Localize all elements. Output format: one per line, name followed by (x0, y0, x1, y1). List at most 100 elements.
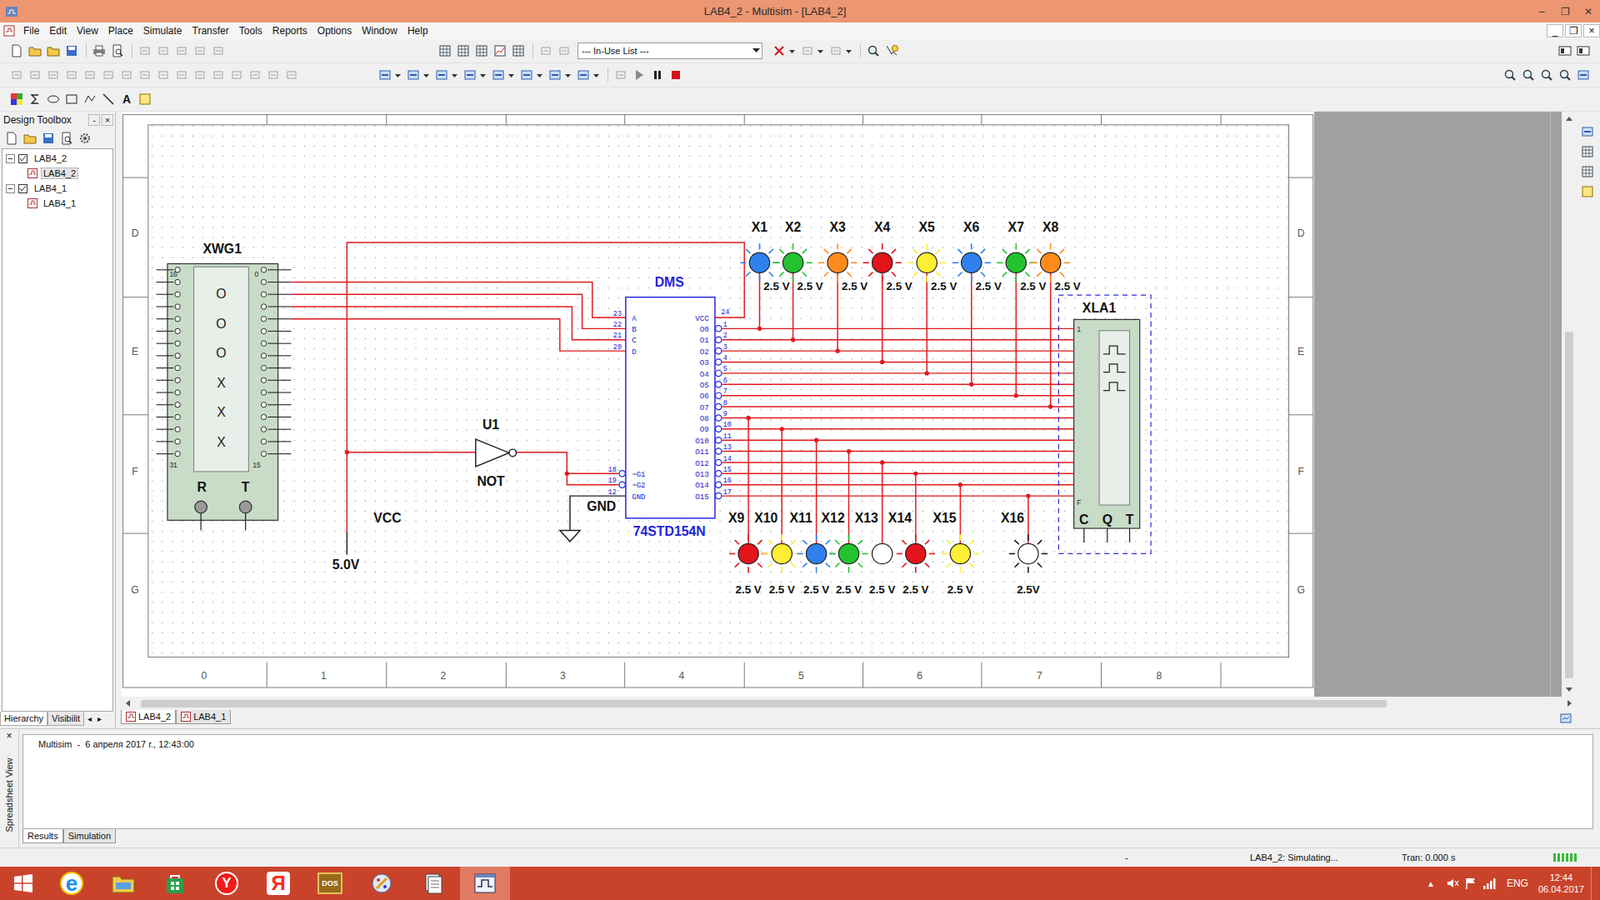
preview-icon[interactable] (109, 42, 126, 60)
led[interactable]: X132.5 V (855, 460, 896, 596)
taskbar-app[interactable] (150, 866, 200, 900)
grid-icon[interactable] (1579, 143, 1596, 160)
gray-icon[interactable] (8, 66, 25, 84)
menu-item[interactable]: Place (103, 25, 139, 37)
close-button[interactable]: × (5, 729, 12, 743)
document-icon[interactable] (3, 25, 19, 37)
windows-icon[interactable] (13, 873, 34, 894)
redx-icon[interactable] (770, 42, 788, 60)
window-control[interactable]: ✕ (1576, 0, 1600, 23)
rect-icon[interactable] (63, 90, 80, 108)
sheet-tab[interactable]: LAB4_2 (120, 710, 176, 725)
ellipse-icon[interactable] (45, 90, 62, 108)
menu-item[interactable]: Transfer (187, 25, 235, 37)
folder-icon[interactable] (26, 42, 44, 60)
spreadsheet-tab[interactable]: Simulation (63, 829, 116, 844)
gray-icon[interactable] (799, 42, 816, 60)
window-control[interactable]: ❐ (1553, 0, 1577, 23)
tab-scroll-button[interactable]: ◂ (84, 711, 95, 724)
dropdown-arrow-icon[interactable] (750, 48, 762, 54)
document-control[interactable]: ❐ (1565, 24, 1582, 38)
menu-item[interactable]: File (18, 25, 45, 37)
network-icon[interactable] (1480, 876, 1499, 890)
blue-icon[interactable] (405, 66, 422, 84)
chart-icon[interactable] (491, 42, 509, 60)
poly-icon[interactable] (81, 90, 99, 108)
schematic[interactable]: DDEEFFGG012345678XWG1OOOXXX1603115RTVCC5… (120, 111, 1562, 697)
doc-icon[interactable] (8, 42, 25, 60)
expander-icon[interactable] (5, 184, 15, 194)
tray-expand[interactable]: ▲ (1426, 879, 1435, 889)
led[interactable]: X142.5 V (888, 471, 935, 596)
led[interactable]: X72.5 V (996, 220, 1046, 399)
led[interactable]: X12.5 V (740, 220, 790, 331)
tree-item[interactable]: LAB4_2 (2, 150, 113, 166)
save-icon[interactable] (40, 130, 57, 147)
gray-icon[interactable] (136, 42, 154, 60)
menu-item[interactable]: Simulate (138, 25, 188, 37)
dropdown-arrow-icon[interactable] (593, 66, 600, 84)
clock[interactable]: 12:44 06.04.2017 (1538, 871, 1585, 895)
start-button[interactable] (0, 873, 47, 894)
gray-icon[interactable] (191, 66, 209, 84)
gray-icon[interactable] (283, 66, 300, 84)
print-icon[interactable] (90, 42, 108, 60)
zoom-icon[interactable] (865, 42, 882, 60)
spreadsheet-tab[interactable]: Results (22, 829, 64, 844)
menu-item[interactable]: Help (402, 25, 434, 37)
palette-icon[interactable] (8, 90, 25, 108)
tree-item[interactable]: LAB4_1 (2, 195, 113, 211)
folder-icon[interactable] (45, 42, 62, 60)
doc-icon[interactable] (3, 130, 20, 147)
dropdown-arrow-icon[interactable] (423, 66, 430, 84)
gray-icon[interactable] (191, 42, 209, 60)
led[interactable]: X92.5 V (728, 415, 768, 596)
led[interactable]: X22.5 V (774, 220, 824, 343)
mdi-icon[interactable] (1556, 42, 1574, 60)
tree-item[interactable]: LAB4_2 (2, 165, 113, 181)
blue-icon[interactable] (461, 66, 479, 84)
grid-icon[interactable] (436, 42, 454, 60)
zoom-icon[interactable] (1538, 66, 1555, 84)
led[interactable]: X162.5V (1000, 493, 1048, 595)
action-center-icon[interactable] (1461, 876, 1480, 890)
zoom-icon[interactable] (1501, 66, 1519, 84)
grid-icon[interactable] (1579, 163, 1596, 180)
dropdown-arrow-icon[interactable] (508, 66, 515, 84)
taskbar-app[interactable]: DOS (305, 866, 355, 900)
blue-icon[interactable] (376, 66, 394, 84)
dropdown-arrow-icon[interactable] (845, 42, 853, 60)
folder-icon[interactable] (21, 130, 39, 147)
sheet-tab[interactable]: LAB4_1 (175, 710, 231, 725)
gray-icon[interactable] (210, 66, 227, 84)
gray-icon[interactable] (155, 42, 172, 60)
play-icon[interactable] (630, 66, 648, 84)
line-icon[interactable] (100, 90, 117, 108)
show-desktop-button[interactable] (1590, 866, 1600, 900)
dropdown-arrow-icon[interactable] (395, 66, 402, 84)
mdi-icon[interactable] (1575, 42, 1592, 60)
dropdown-arrow-icon[interactable] (789, 42, 796, 60)
sheet-nav-icon[interactable] (1555, 710, 1577, 727)
taskbar-app[interactable] (408, 866, 459, 900)
gray-icon[interactable] (246, 66, 264, 84)
help-icon[interactable] (883, 42, 900, 60)
menu-item[interactable]: View (71, 25, 104, 37)
stop-icon[interactable] (667, 66, 685, 84)
taskbar-app[interactable]: Y (201, 866, 252, 900)
gray-icon[interactable] (155, 66, 172, 84)
note-icon[interactable] (136, 90, 154, 108)
taskbar-app[interactable]: Я (253, 866, 304, 900)
gray-icon[interactable] (173, 42, 190, 60)
panel-tab[interactable]: Hierarchy (0, 711, 48, 726)
tab-scroll-button[interactable]: ▸ (94, 711, 105, 724)
led[interactable]: X32.5 V (818, 220, 868, 354)
gray-icon[interactable] (63, 66, 80, 84)
menu-item[interactable]: Options (312, 25, 357, 37)
gray-icon[interactable] (537, 42, 555, 60)
dropdown-arrow-icon[interactable] (536, 66, 544, 84)
vertical-scrollbar[interactable] (1561, 111, 1577, 697)
taskbar-app[interactable] (460, 866, 510, 900)
led[interactable]: X82.5 V (1031, 220, 1081, 410)
blue-icon[interactable] (1579, 123, 1596, 140)
